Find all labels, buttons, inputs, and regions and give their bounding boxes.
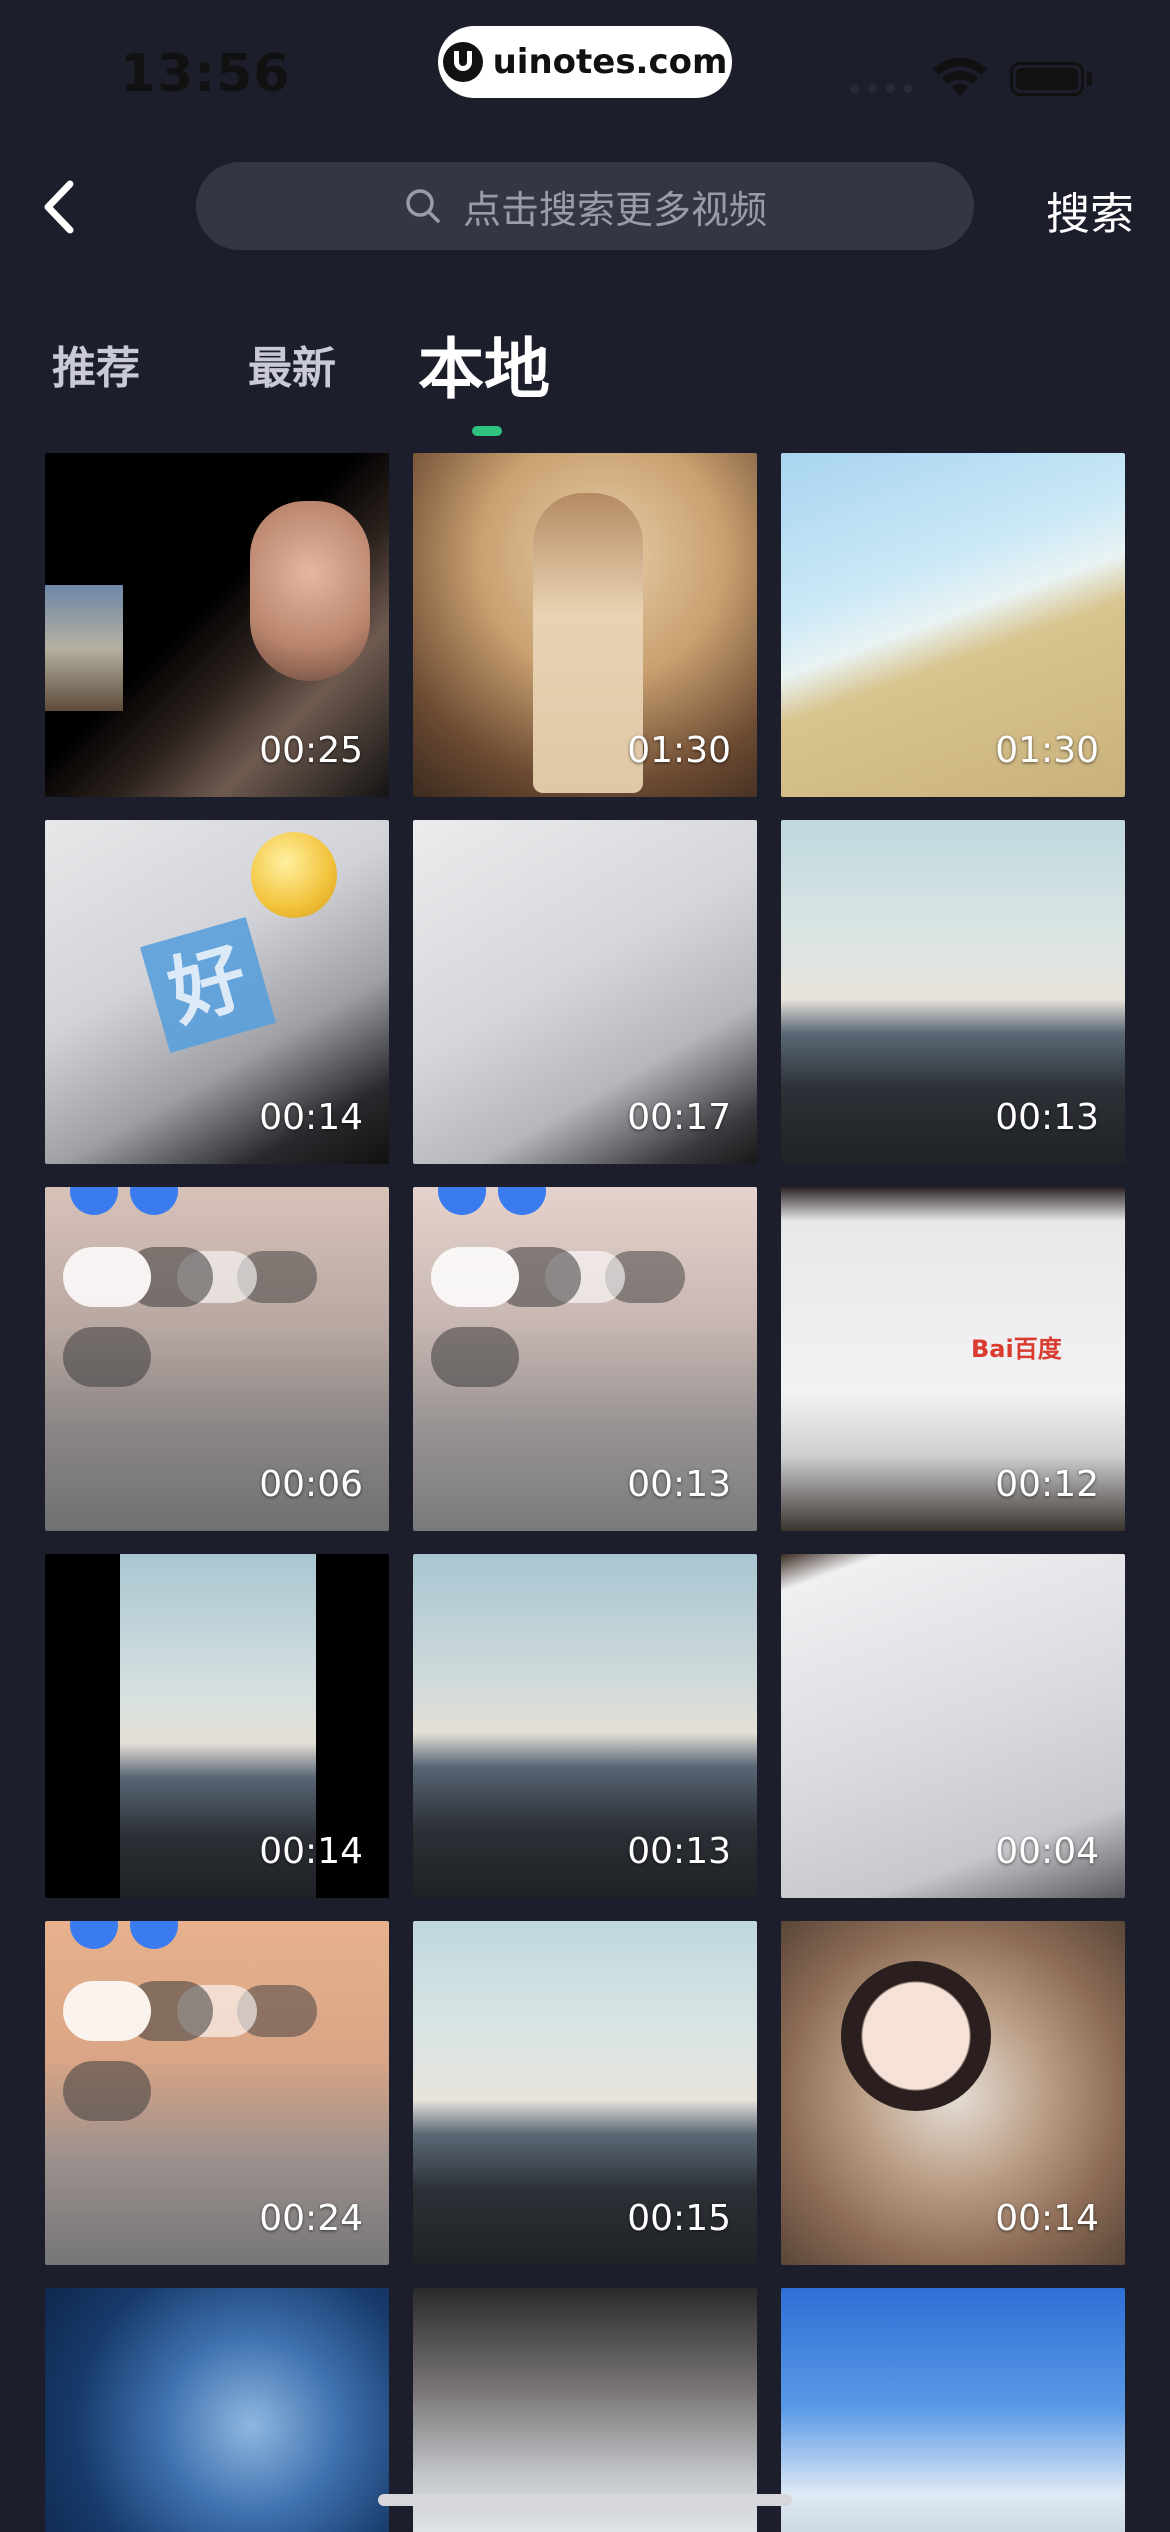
tab-latest[interactable]: 最新: [248, 332, 336, 396]
video-item[interactable]: 00:04: [781, 1554, 1125, 1898]
video-duration: 00:15: [627, 2198, 731, 2239]
video-duration: 00:14: [995, 2198, 1099, 2239]
tab-local[interactable]: 本地: [418, 316, 550, 412]
app-screen: 13:56 uinotes.com 点击搜索更多视频 搜索 推荐 最新 本地 0…: [0, 0, 1170, 2532]
video-item[interactable]: 00:13: [781, 820, 1125, 1164]
video-duration: 00:14: [259, 1097, 363, 1138]
video-item[interactable]: 00:13: [413, 1554, 757, 1898]
battery-tip: [1087, 72, 1092, 86]
search-input[interactable]: 点击搜索更多视频: [196, 162, 974, 250]
video-item[interactable]: 01:30: [781, 453, 1125, 797]
video-duration: 00:04: [995, 1831, 1099, 1872]
video-item[interactable]: 00:14: [45, 820, 389, 1164]
video-duration: 00:13: [627, 1831, 731, 1872]
video-item[interactable]: 00:24: [45, 1921, 389, 2265]
video-item[interactable]: 00:12: [781, 1187, 1125, 1531]
wifi-icon: [933, 58, 987, 96]
video-item[interactable]: 01:30: [413, 453, 757, 797]
home-indicator: [378, 2494, 792, 2506]
search-button[interactable]: 搜索: [1046, 178, 1134, 242]
video-item[interactable]: 00:06: [45, 1187, 389, 1531]
watermark-text: uinotes.com: [492, 42, 728, 82]
video-duration: 00:06: [259, 1464, 363, 1505]
watermark-badge: uinotes.com: [438, 26, 732, 98]
video-item[interactable]: 00:25: [45, 453, 389, 797]
video-thumbnail: [781, 2288, 1125, 2532]
video-item[interactable]: 00:14: [781, 1921, 1125, 2265]
video-duration: 00:17: [627, 1097, 731, 1138]
video-item[interactable]: 00:17: [413, 820, 757, 1164]
video-duration: 00:13: [627, 1464, 731, 1505]
battery-icon: [1010, 62, 1084, 96]
video-item[interactable]: [781, 2288, 1125, 2532]
video-item[interactable]: 00:14: [45, 1554, 389, 1898]
video-thumbnail: [45, 2288, 389, 2532]
video-item[interactable]: 00:13: [413, 1187, 757, 1531]
search-placeholder: 点击搜索更多视频: [462, 187, 767, 232]
video-duration: 01:30: [995, 730, 1099, 771]
search-icon: [406, 189, 440, 223]
video-duration: 00:24: [259, 2198, 363, 2239]
video-duration: 00:14: [259, 1831, 363, 1872]
video-duration: 00:25: [259, 730, 363, 771]
status-bar: 13:56 uinotes.com: [0, 0, 1170, 140]
video-duration: 00:13: [995, 1097, 1099, 1138]
video-duration: 01:30: [627, 730, 731, 771]
video-item[interactable]: 00:15: [413, 1921, 757, 2265]
tab-recommend[interactable]: 推荐: [52, 332, 140, 396]
video-item[interactable]: [45, 2288, 389, 2532]
watermark-logo-icon: [442, 42, 483, 82]
active-tab-indicator: [472, 426, 502, 436]
video-grid: 00:25 01:30 01:30 00:14 00:17 00:13 00:06 00:13…: [45, 453, 1125, 2532]
status-time: 13:56: [120, 44, 291, 104]
cellular-signal-icon: [850, 84, 913, 93]
back-button[interactable]: [36, 176, 86, 238]
video-duration: 00:12: [995, 1464, 1099, 1505]
